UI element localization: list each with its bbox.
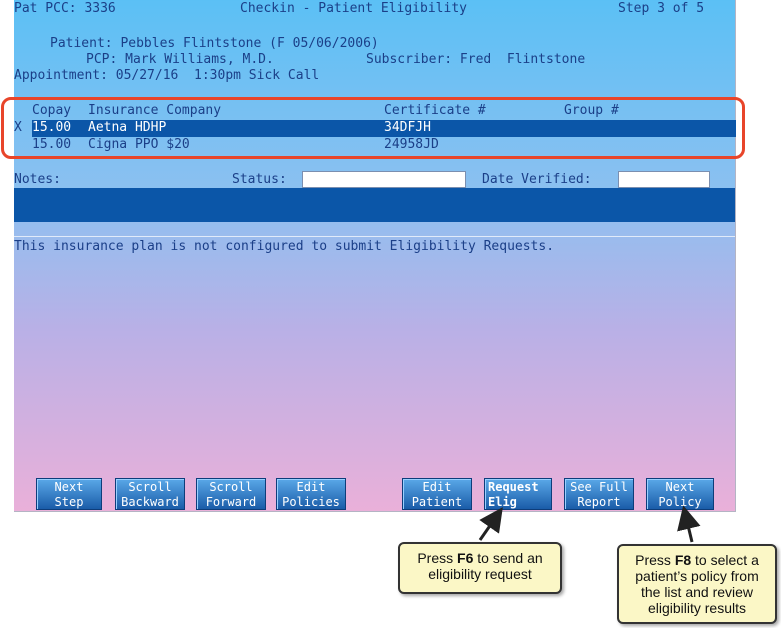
- f8-callout: Press F8 to select a patient’s policy fr…: [617, 544, 777, 624]
- f6-callout: Press F6 to send an eligibility request: [398, 542, 562, 594]
- f8-arrow: [677, 505, 701, 543]
- f6-arrow: [478, 507, 503, 541]
- callout-arrows: [478, 505, 701, 543]
- f8-key: F8: [674, 552, 692, 568]
- f6-key: F6: [457, 550, 474, 566]
